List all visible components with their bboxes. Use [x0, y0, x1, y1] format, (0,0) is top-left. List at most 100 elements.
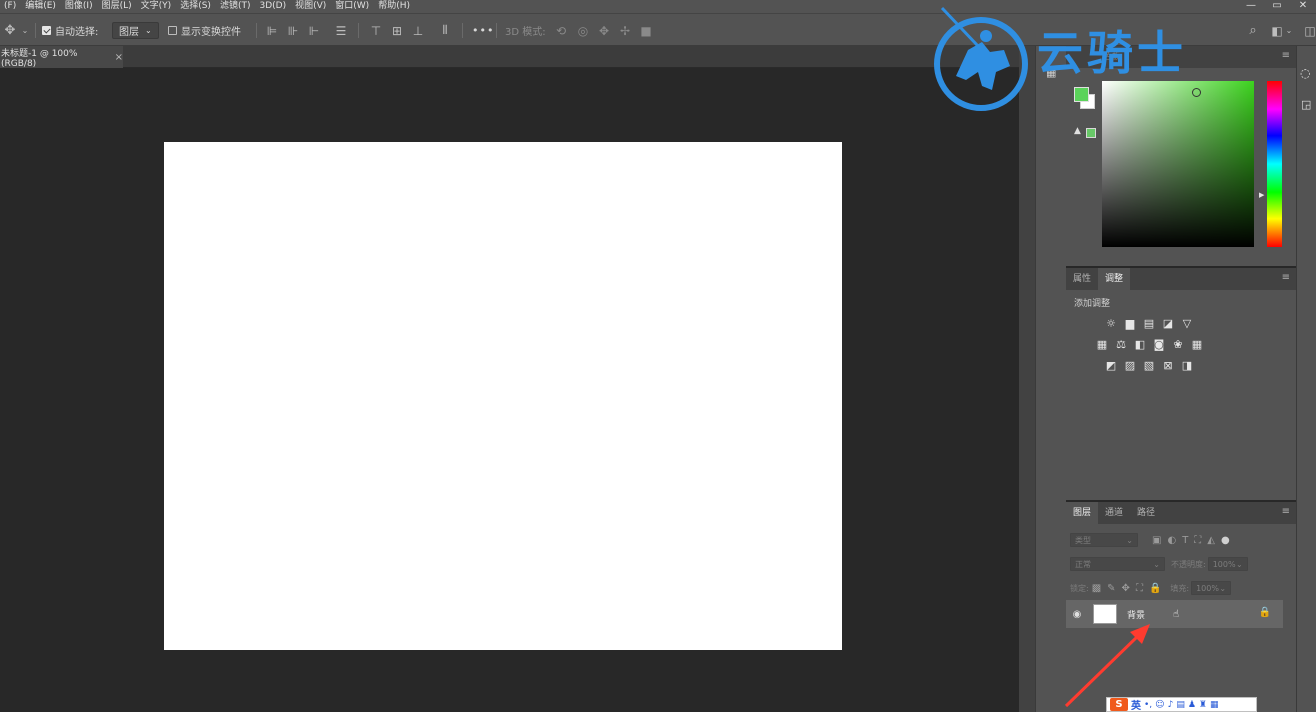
emoji-icon[interactable]: ☺: [1155, 700, 1164, 710]
color-lookup-icon[interactable]: ▦: [1190, 337, 1204, 351]
share-icon[interactable]: ◫: [1302, 14, 1316, 47]
photo-filter-icon[interactable]: ◙: [1152, 337, 1166, 351]
filter-toggle-icon[interactable]: ●: [1221, 535, 1230, 546]
menu-layer[interactable]: 图层(L): [98, 0, 137, 13]
tab-layers[interactable]: 图层: [1066, 502, 1099, 524]
align-vertical-center-icon[interactable]: ⊞: [389, 14, 405, 47]
roll-3d-icon[interactable]: ◎: [575, 14, 591, 47]
channel-mixer-icon[interactable]: ❀: [1171, 337, 1185, 351]
restore-button[interactable]: ▭: [1264, 0, 1290, 13]
brightness-contrast-icon[interactable]: ☼: [1104, 316, 1118, 330]
filter-adjustment-icon[interactable]: ◐: [1167, 535, 1176, 546]
align-top-icon[interactable]: ⊤: [368, 14, 384, 47]
auto-select-target-dropdown[interactable]: 图层 ⌄: [112, 22, 159, 39]
tab-channels[interactable]: 通道: [1098, 502, 1130, 524]
lock-artboard-icon[interactable]: ⛶: [1136, 583, 1143, 594]
close-window-button[interactable]: ✕: [1290, 0, 1316, 13]
menu-edit[interactable]: 编辑(E): [21, 0, 61, 13]
gamut-warning-icon: ▲: [1074, 126, 1081, 136]
tab-adjustments[interactable]: 调整: [1098, 268, 1131, 290]
selective-color-icon[interactable]: ⊠: [1161, 358, 1175, 372]
curves-icon[interactable]: ▤: [1142, 316, 1156, 330]
keyboard-icon[interactable]: ▤: [1176, 700, 1185, 710]
posterize-icon[interactable]: ▨: [1123, 358, 1137, 372]
color-panel-menu-icon[interactable]: ≡: [1282, 50, 1290, 61]
distribute-horizontal-icon[interactable]: ⫴: [437, 14, 453, 47]
levels-icon[interactable]: ▆: [1123, 316, 1137, 330]
exposure-icon[interactable]: ◪: [1161, 316, 1175, 330]
tab-properties[interactable]: 属性: [1066, 268, 1098, 290]
punctuation-icon[interactable]: •,: [1144, 700, 1152, 710]
show-transform-checkbox[interactable]: [168, 26, 177, 35]
voice-icon[interactable]: ♪: [1168, 700, 1174, 710]
menu-file[interactable]: (F): [0, 0, 21, 13]
align-bottom-icon[interactable]: ⊥: [410, 14, 426, 47]
layers-panel-menu-icon[interactable]: ≡: [1282, 506, 1290, 517]
close-document-icon[interactable]: ×: [115, 52, 123, 63]
align-horizontal-center-icon[interactable]: ⊪: [285, 14, 301, 47]
menu-type[interactable]: 文字(Y): [137, 0, 177, 13]
filter-pixel-icon[interactable]: ▣: [1152, 535, 1161, 546]
foreground-color-swatch[interactable]: [1074, 87, 1089, 102]
eye-icon[interactable]: ◉: [1066, 609, 1088, 620]
opacity-field[interactable]: 100% ⌄: [1207, 557, 1248, 571]
lock-all-icon[interactable]: 🔒: [1149, 583, 1161, 594]
fill-value: 100%: [1196, 583, 1219, 593]
gamut-color-swatch[interactable]: [1086, 128, 1096, 138]
distribute-vertical-icon[interactable]: ☰: [333, 14, 349, 47]
filter-type-icon[interactable]: T: [1182, 535, 1188, 546]
slide-3d-icon[interactable]: ✢: [617, 14, 633, 47]
tool-preset-chevron-icon[interactable]: ⌄: [20, 14, 30, 47]
menu-3d[interactable]: 3D(D): [255, 0, 291, 13]
workspace-icon[interactable]: ◧: [1269, 14, 1285, 47]
black-white-icon[interactable]: ◧: [1133, 337, 1147, 351]
color-balance-icon[interactable]: ⚖: [1114, 337, 1128, 351]
layer-filter-dropdown[interactable]: 类型 ⌄: [1070, 533, 1138, 547]
layer-lock-icon[interactable]: 🔒: [1259, 607, 1271, 618]
document-canvas[interactable]: [164, 142, 842, 650]
move-tool-icon[interactable]: ✥: [3, 14, 17, 47]
adjustments-panel-menu-icon[interactable]: ≡: [1282, 272, 1290, 283]
hue-saturation-icon[interactable]: ▦: [1095, 337, 1109, 351]
menu-view[interactable]: 视图(V): [291, 0, 331, 13]
ime-mode[interactable]: 英: [1131, 697, 1141, 712]
fill-field[interactable]: 100% ⌄: [1191, 581, 1232, 595]
menu-help[interactable]: 帮助(H): [374, 0, 415, 13]
skin-icon[interactable]: ♜: [1199, 700, 1207, 710]
filter-smart-object-icon[interactable]: ◭: [1207, 535, 1215, 546]
auto-select-option[interactable]: 自动选择:: [42, 14, 98, 47]
pan-3d-icon[interactable]: ✥: [596, 14, 612, 47]
lock-image-icon[interactable]: ✎: [1107, 583, 1115, 594]
show-transform-option[interactable]: 显示变换控件: [168, 14, 241, 47]
toolbox-icon[interactable]: ▦: [1210, 700, 1219, 710]
menu-window[interactable]: 窗口(W): [331, 0, 374, 13]
menu-filter[interactable]: 滤镜(T): [216, 0, 256, 13]
document-tab[interactable]: 未标题-1 @ 100%(RGB/8) ×: [0, 46, 123, 69]
align-left-icon[interactable]: ⊫: [264, 14, 280, 47]
menu-image[interactable]: 图像(I): [61, 0, 98, 13]
scale-3d-icon[interactable]: ■: [638, 14, 654, 47]
hue-slider[interactable]: [1267, 81, 1282, 247]
layer-name[interactable]: 背景: [1127, 608, 1145, 621]
gradient-map-icon[interactable]: ◨: [1180, 358, 1194, 372]
ime-logo[interactable]: S: [1110, 698, 1128, 711]
filter-shape-icon[interactable]: ⛶: [1194, 535, 1201, 546]
more-options-button[interactable]: •••: [472, 14, 494, 47]
canvas-area[interactable]: [0, 68, 1019, 712]
align-right-icon[interactable]: ⊩: [306, 14, 322, 47]
lock-transparent-icon[interactable]: ▩: [1092, 583, 1101, 594]
orbit-3d-icon[interactable]: ⟲: [553, 14, 569, 47]
tab-paths[interactable]: 路径: [1130, 502, 1162, 524]
invert-icon[interactable]: ◩: [1104, 358, 1118, 372]
threshold-icon[interactable]: ▧: [1142, 358, 1156, 372]
libraries-icon[interactable]: ◲: [1301, 98, 1311, 111]
learn-icon[interactable]: ◌: [1300, 66, 1310, 80]
auto-select-checkbox[interactable]: [42, 26, 51, 35]
lock-position-icon[interactable]: ✥: [1122, 583, 1130, 594]
workspace-chevron-icon[interactable]: ⌄: [1284, 14, 1294, 47]
vibrance-icon[interactable]: ▽: [1180, 316, 1194, 330]
blend-mode-dropdown[interactable]: 正常 ⌄: [1070, 557, 1165, 571]
user-icon[interactable]: ♟: [1188, 700, 1196, 710]
hue-marker-icon[interactable]: ▶: [1259, 191, 1264, 199]
menu-select[interactable]: 选择(S): [176, 0, 216, 13]
